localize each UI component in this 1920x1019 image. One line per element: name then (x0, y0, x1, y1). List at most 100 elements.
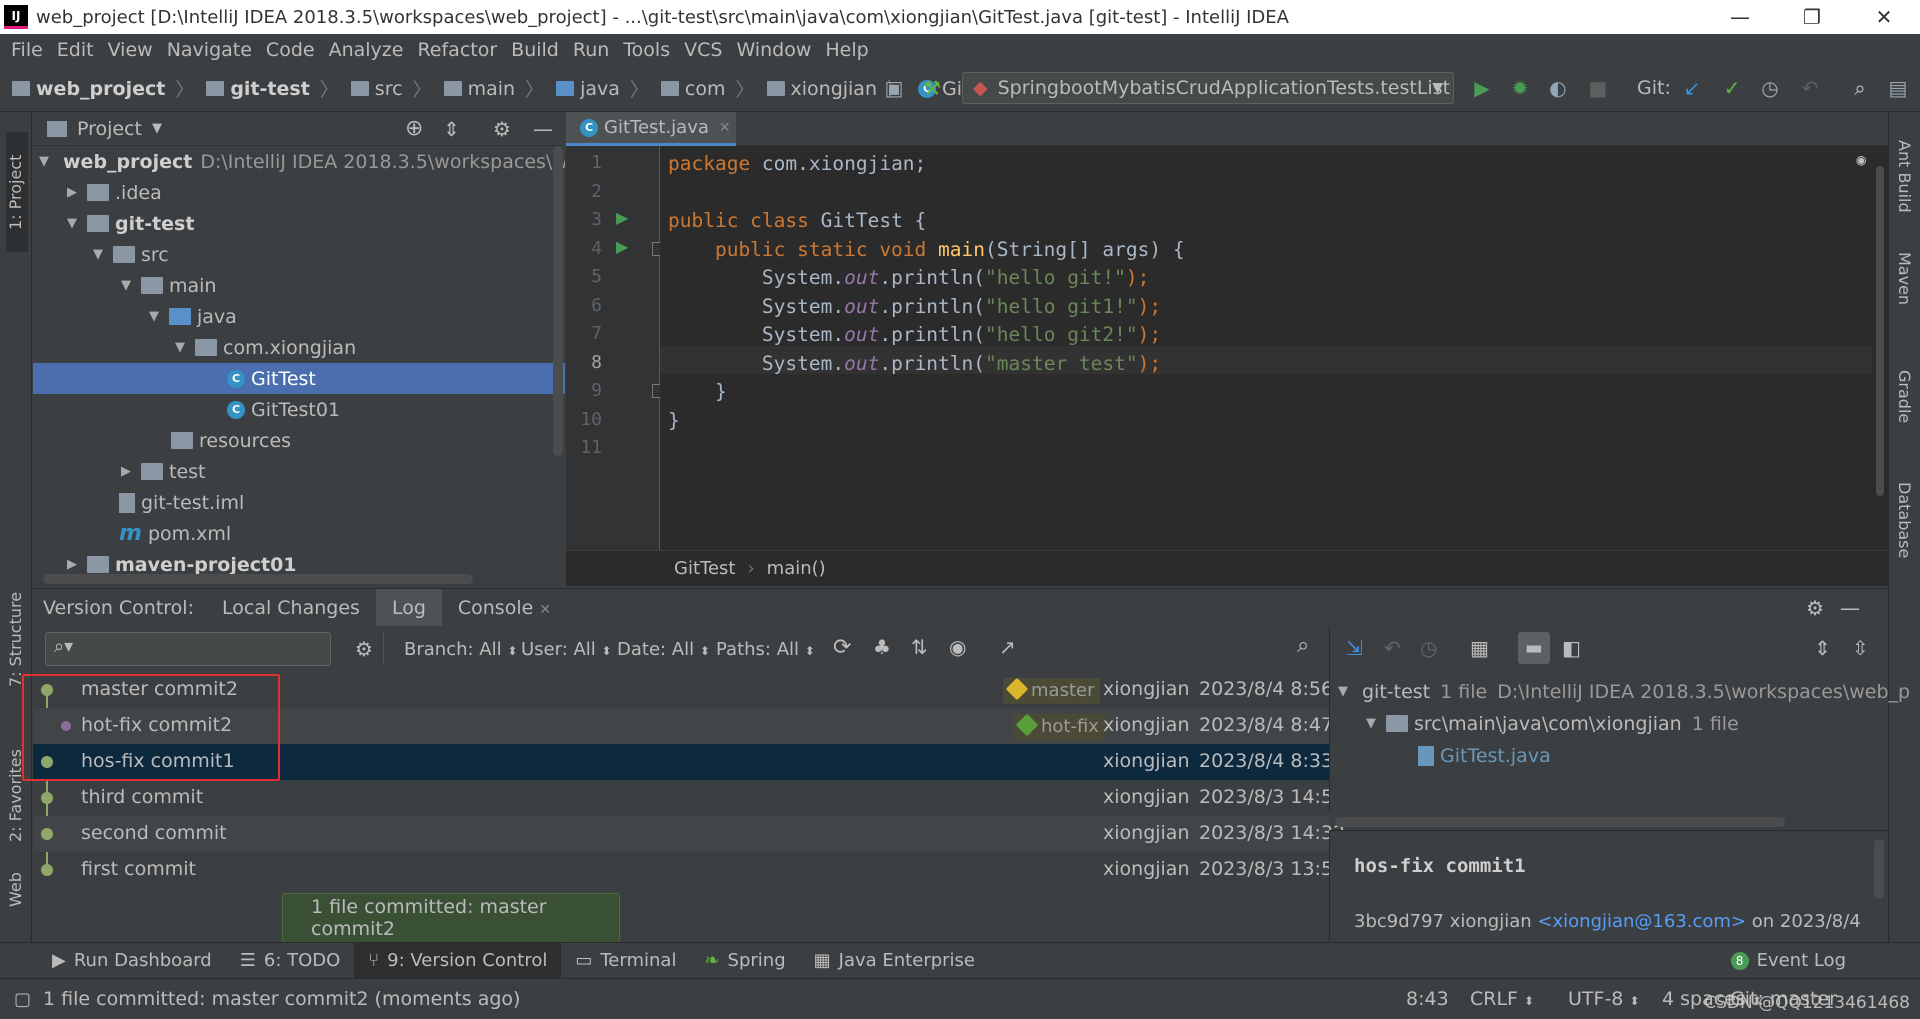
changes-file[interactable]: GitTest.java (1330, 740, 1889, 771)
git-commit-icon[interactable]: ✓ (1718, 74, 1746, 102)
expand-icon[interactable]: ▼ (91, 247, 105, 262)
gear-icon[interactable]: ⚙ (493, 117, 511, 141)
expand-all-icon[interactable]: ⇕ (1814, 636, 1831, 660)
tab-version-control[interactable]: ⑂ 9: Version Control (354, 942, 562, 979)
tree-item-src[interactable]: ▼ src (33, 239, 565, 270)
eye-icon[interactable]: ◉ (1856, 150, 1866, 169)
toggle-tool-windows-icon[interactable]: ▢ (14, 989, 31, 1010)
tree-item-java[interactable]: ▼ java (33, 301, 565, 332)
tab-todo[interactable]: ☰ 6: TODO (226, 943, 355, 979)
gear-icon[interactable]: ⚙ (355, 637, 373, 661)
tree-item-idea[interactable]: ▶ .idea (33, 177, 565, 208)
log-search-input[interactable]: ⌕▾ (45, 632, 331, 666)
code-editor[interactable]: package com.xiongjian; public class GitT… (660, 146, 1872, 550)
sort-icon[interactable]: ⇅ (911, 635, 928, 659)
event-log-button[interactable]: 8 Event Log (1717, 943, 1860, 979)
editor-tab-gittest[interactable]: C GitTest.java ✕ (566, 112, 736, 146)
status-message[interactable]: 1 file committed: master commit2 (moment… (43, 988, 520, 1010)
stop-icon[interactable]: ■ (1584, 74, 1612, 102)
tool-ant-build[interactable]: Ant Build (1895, 140, 1914, 250)
locate-icon[interactable]: ⊕ (405, 116, 423, 141)
filter-paths[interactable]: Paths: All ⬍ (716, 639, 815, 660)
diff-icon[interactable]: ⇲ (1346, 636, 1363, 660)
expand-icon[interactable]: ▼ (119, 278, 133, 293)
collapse-all-icon[interactable]: ⇳ (1852, 636, 1869, 660)
changes-dir[interactable]: ▼ src\main\java\com\xiongjian 1 file (1330, 708, 1889, 739)
tree-item-test[interactable]: ▶ test (33, 456, 565, 487)
tree-item-main[interactable]: ▼ main (33, 270, 565, 301)
gear-icon[interactable]: ⚙ (1806, 596, 1824, 620)
cherry-pick-icon[interactable]: ♣ (873, 635, 891, 659)
tab-terminal[interactable]: ▭ Terminal (561, 943, 690, 979)
breadcrumb-class[interactable]: GitTest (674, 558, 735, 579)
hide-icon[interactable]: — (533, 117, 553, 141)
breadcrumb-main[interactable]: main 〉 (443, 75, 544, 102)
filter-date[interactable]: Date: All ⬍ (617, 639, 710, 660)
tab-local-changes[interactable]: Local Changes (206, 589, 376, 627)
horizontal-scrollbar[interactable] (43, 574, 473, 584)
tree-item-com-xiongjian[interactable]: ▼ com.xiongjian (33, 332, 565, 363)
expand-icon[interactable]: ▼ (1364, 716, 1378, 731)
menu-window[interactable]: Window (736, 39, 811, 61)
expand-icon[interactable]: ▶ (65, 557, 79, 572)
expand-icon[interactable]: ▼ (39, 154, 49, 169)
line-separator[interactable]: CRLF ⬍ (1470, 988, 1534, 1010)
expand-icon[interactable]: ▼ (65, 216, 79, 231)
close-tab-icon[interactable]: ✕ (719, 120, 731, 136)
menu-refactor[interactable]: Refactor (417, 39, 497, 61)
debug-icon[interactable]: ✹ (1506, 74, 1534, 102)
breadcrumb-git-test[interactable]: git-test 〉 (206, 75, 339, 102)
search-everywhere-icon[interactable]: ⌕ (1846, 74, 1874, 102)
run-gutter-icon[interactable]: ▶ (616, 208, 628, 227)
run-configuration-select[interactable]: ◆ SpringbootMybatisCrudApplicationTests.… (962, 72, 1454, 104)
tree-item-gittest01[interactable]: C GitTest01 (33, 394, 565, 425)
tree-item-pom-xml[interactable]: m pom.xml (33, 518, 565, 549)
filter-branch[interactable]: Branch: All ⬍ (404, 639, 517, 660)
menu-help[interactable]: Help (825, 39, 868, 61)
breadcrumb-method[interactable]: main() (767, 558, 826, 579)
author-email-link[interactable]: <xiongjian@163.com> (1537, 911, 1746, 932)
breadcrumb-src[interactable]: src 〉 (350, 75, 432, 102)
commit-row[interactable]: first commit xiongjian 2023/8/3 13:52 (33, 852, 1345, 888)
expand-icon[interactable]: ▼ (173, 340, 187, 355)
tree-item-gittest[interactable]: C GitTest (33, 363, 565, 394)
caret-position[interactable]: 8:43 (1406, 988, 1449, 1010)
commit-notification-toast[interactable]: 1 file committed: master commit2 (282, 893, 620, 943)
breadcrumb-java[interactable]: java 〉 (556, 75, 649, 102)
collapse-all-icon[interactable]: ⇕ (443, 117, 460, 141)
tool-web[interactable]: Web (6, 857, 25, 907)
git-update-icon[interactable]: ↙ (1678, 74, 1706, 102)
tool-project[interactable]: 1: Project (6, 132, 28, 252)
scrollbar-thumb[interactable] (1876, 166, 1884, 496)
filter-user[interactable]: User: All ⬍ (521, 639, 612, 660)
tab-run-dashboard[interactable]: ▶ Run Dashboard (38, 943, 226, 979)
horizontal-scrollbar[interactable] (1335, 817, 1785, 827)
maximize-button[interactable]: ❐ (1776, 0, 1848, 34)
tab-spring[interactable]: ❧ Spring (690, 943, 799, 979)
git-rollback-icon[interactable]: ↶ (1796, 74, 1824, 102)
menu-view[interactable]: View (108, 39, 153, 61)
breadcrumb-web-project[interactable]: web_project 〉 (12, 75, 194, 102)
tree-item-resources[interactable]: resources (33, 425, 565, 456)
menu-analyze[interactable]: Analyze (329, 39, 404, 61)
tree-item-git-test-iml[interactable]: git-test.iml (33, 487, 565, 518)
build-hammer-icon[interactable]: ⚒ (918, 74, 946, 102)
menu-edit[interactable]: Edit (57, 39, 94, 61)
revert-icon[interactable]: ↶ (1384, 636, 1401, 660)
menu-run[interactable]: Run (573, 39, 609, 61)
refresh-icon[interactable]: ⟳ (833, 635, 851, 660)
search-icon[interactable]: ⌕ (1297, 633, 1309, 658)
expand-icon[interactable]: ▶ (119, 464, 133, 479)
tab-log[interactable]: Log (375, 588, 442, 627)
file-encoding[interactable]: UTF-8 ⬍ (1568, 988, 1640, 1010)
run-gutter-icon[interactable]: ▶ (616, 237, 628, 256)
vertical-scrollbar[interactable] (1874, 839, 1884, 899)
tool-maven[interactable]: Maven (1895, 252, 1914, 352)
menu-code[interactable]: Code (266, 39, 315, 61)
tool-gradle[interactable]: Gradle (1895, 370, 1914, 460)
open-new-tab-icon[interactable]: ↗ (999, 635, 1016, 659)
tree-item-git-test[interactable]: ▼ git-test (33, 208, 565, 239)
menu-file[interactable]: File (11, 39, 43, 61)
tab-console[interactable]: Console ✕ (442, 589, 567, 627)
close-button[interactable]: ✕ (1848, 0, 1920, 34)
